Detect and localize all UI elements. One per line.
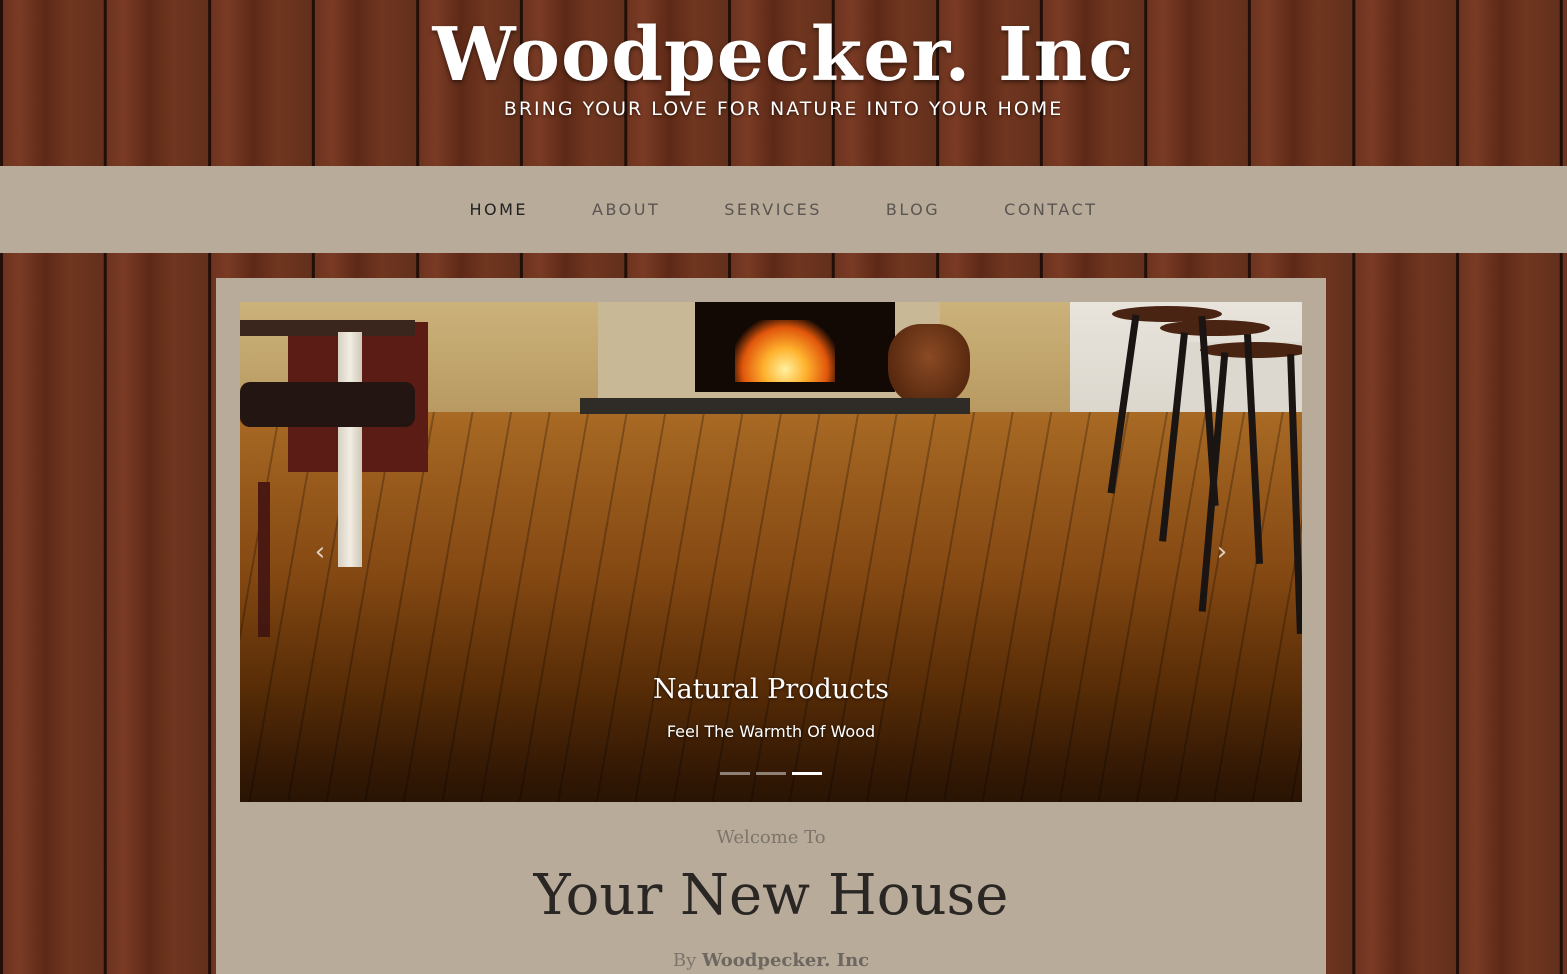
site-tagline: BRING YOUR LOVE FOR NATURE INTO YOUR HOM… — [503, 98, 1064, 120]
nav-item-about[interactable]: ABOUT — [592, 200, 660, 219]
chevron-right-icon[interactable]: › — [1210, 538, 1234, 566]
hero-carousel: ‹ › Natural Products Feel The Warmth Of … — [240, 302, 1302, 802]
carousel-indicator[interactable] — [720, 772, 750, 775]
chevron-left-icon[interactable]: ‹ — [308, 538, 332, 566]
nav-item-services[interactable]: SERVICES — [724, 200, 822, 219]
welcome-pretitle: Welcome To — [716, 827, 826, 848]
main-navbar: HOME ABOUT SERVICES BLOG CONTACT — [0, 166, 1567, 253]
carousel-caption-title: Natural Products — [652, 674, 889, 705]
welcome-byline: By Woodpecker. Inc — [216, 950, 1326, 971]
nav-list: HOME ABOUT SERVICES BLOG CONTACT — [0, 166, 1567, 253]
welcome-by-label: By — [672, 950, 697, 971]
nav-item-contact[interactable]: CONTACT — [1004, 200, 1097, 219]
site-header: Woodpecker. Inc BRING YOUR LOVE FOR NATU… — [0, 0, 1567, 166]
site-title[interactable]: Woodpecker. Inc — [0, 10, 1567, 100]
welcome-title: Your New House — [533, 863, 1009, 928]
nav-item-blog[interactable]: BLOG — [886, 200, 940, 219]
carousel-indicator[interactable] — [756, 772, 786, 775]
carousel-indicators — [240, 772, 1302, 775]
welcome-by-brand: Woodpecker. Inc — [702, 950, 870, 971]
content-box: ‹ › Natural Products Feel The Warmth Of … — [216, 278, 1326, 974]
carousel-caption-subtitle: Feel The Warmth Of Wood — [666, 722, 876, 741]
nav-item-home[interactable]: HOME — [469, 200, 528, 219]
carousel-indicator-active[interactable] — [792, 772, 822, 775]
